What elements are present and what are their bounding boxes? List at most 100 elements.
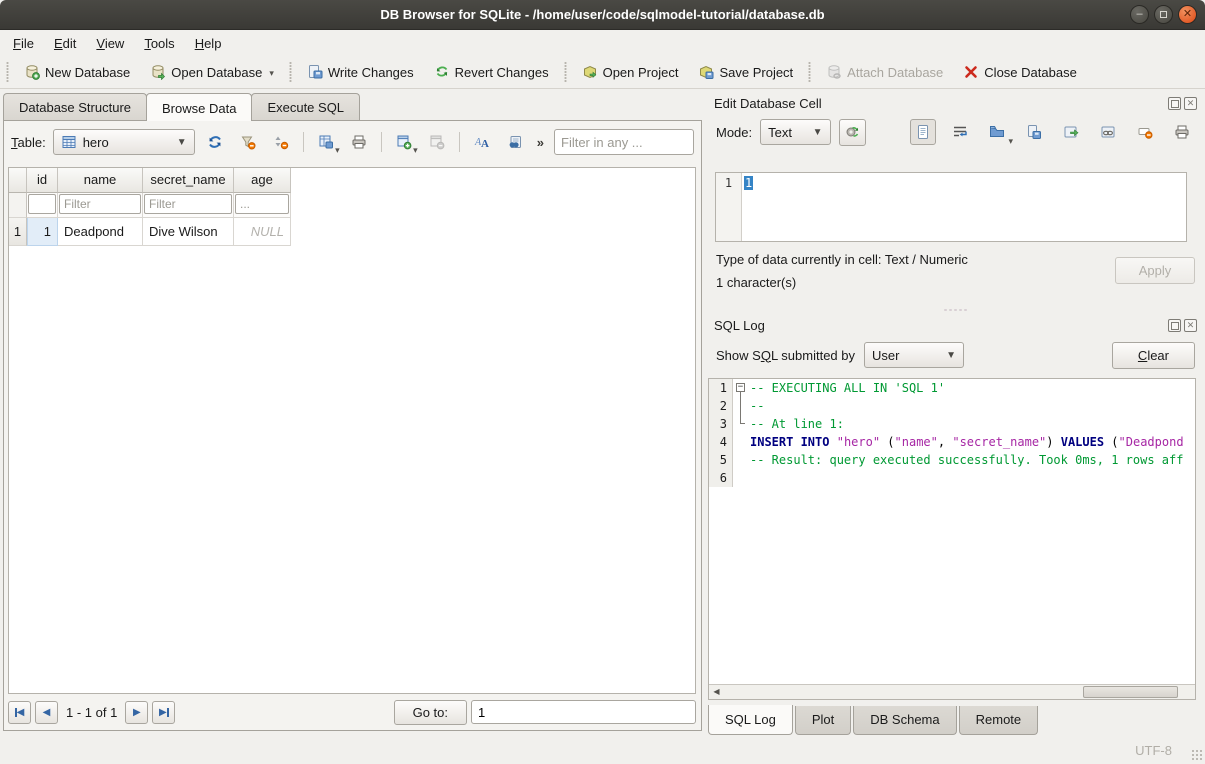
print-cell-button[interactable] [1169,119,1195,145]
cell-name[interactable]: Deadpond [58,218,143,246]
dock-close-icon[interactable]: ✕ [1184,319,1197,332]
dock-float-icon[interactable] [1168,319,1181,332]
cell-age[interactable]: NULL [234,218,291,246]
sql-log-line: 5-- Result: query executed successfully.… [709,451,1195,469]
apply-button: Apply [1115,257,1195,284]
tab-remote[interactable]: Remote [959,706,1039,735]
previous-record-button[interactable]: ◀ [35,701,58,724]
scroll-left-icon[interactable]: ◀ [709,685,724,699]
revert-changes-button[interactable]: Revert Changes [425,60,558,84]
filter-any-column-input[interactable] [554,129,694,155]
tab-execute-sql[interactable]: Execute SQL [251,93,360,120]
save-results-button[interactable]: ▾ [313,129,339,155]
import-cell-button[interactable]: ▾ [984,119,1010,145]
column-header-id[interactable]: id [27,168,58,193]
close-database-button[interactable]: Close Database [954,60,1086,84]
goto-button[interactable]: Go to: [394,700,467,725]
table-format-button[interactable] [502,129,528,155]
open-database-dropdown-icon[interactable]: ▾ [269,68,274,80]
cell-size-label: 1 character(s) [716,275,796,290]
sql-log-dock-titlebar: SQL Log ✕ [706,314,1205,336]
horizontal-scrollbar[interactable]: ◀ ▶ [709,684,1195,699]
menu-tools[interactable]: Tools [135,33,183,54]
tab-database-structure[interactable]: Database Structure [3,93,147,120]
cell-editor[interactable]: 1 1 [715,172,1187,242]
link-button[interactable] [1095,119,1121,145]
close-button[interactable]: ✕ [1178,5,1197,24]
auto-apply-button[interactable] [839,119,866,146]
menu-help[interactable]: Help [186,33,231,54]
filter-input-age[interactable] [235,194,289,214]
minimize-button[interactable]: – [1130,5,1149,24]
fold-marker-icon[interactable] [740,397,741,415]
edit-font-button[interactable]: AA [469,129,495,155]
cell-editor-content[interactable]: 1 [744,176,753,190]
set-null-button[interactable] [1132,119,1158,145]
menu-edit[interactable]: Edit [45,33,85,54]
next-record-button[interactable]: ▶ [125,701,148,724]
fold-marker-icon[interactable]: − [736,383,745,392]
first-record-icon [15,708,17,717]
import-dropdown-icon[interactable]: ▾ [1008,136,1013,148]
column-header-secret-name[interactable]: secret_name [143,168,234,193]
open-project-button[interactable]: Open Project [573,60,688,84]
window-controls: – ✕ [1130,5,1197,24]
column-header-name[interactable]: name [58,168,143,193]
filter-input-name[interactable] [59,194,141,214]
write-changes-button[interactable]: Write Changes [298,60,423,84]
scrollbar-thumb[interactable] [1083,686,1178,698]
tab-db-schema[interactable]: DB Schema [853,706,956,735]
fold-marker-icon[interactable] [740,415,745,424]
toolbar-overflow-chevron[interactable]: » [535,135,546,150]
cell-id[interactable]: 1 [27,218,58,246]
insert-record-button[interactable]: ▾ [391,129,417,155]
filter-input-id[interactable] [28,194,56,214]
filter-input-secret-name[interactable] [144,194,232,214]
print-button[interactable] [346,129,372,155]
grid-corner[interactable] [9,168,27,193]
last-record-button[interactable]: ▶ [152,701,175,724]
tab-plot[interactable]: Plot [795,706,851,735]
cell-secret-name[interactable]: Dive Wilson [143,218,234,246]
menu-view[interactable]: View [87,33,133,54]
dock-splitter[interactable] [706,306,1205,314]
resize-grip[interactable] [1191,749,1203,761]
tab-browse-data[interactable]: Browse Data [146,93,252,121]
word-wrap-button[interactable] [947,119,973,145]
edit-database-cell-dock: Edit Database Cell ✕ Mode: Text ▼ [706,92,1205,304]
sql-log-line: 1−-- EXECUTING ALL IN 'SQL 1' [709,379,1195,397]
revert-changes-icon [434,64,450,80]
sql-source-selector[interactable]: User ▼ [864,342,964,368]
column-header-age[interactable]: age [234,168,291,193]
save-project-label: Save Project [719,65,793,80]
open-database-icon [150,64,166,80]
revert-changes-label: Revert Changes [455,65,549,80]
dock-close-icon[interactable]: ✕ [1184,97,1197,110]
refresh-button[interactable] [202,129,228,155]
apply-data-button[interactable] [1058,119,1084,145]
export-cell-button[interactable] [1021,119,1047,145]
delete-record-button [424,129,450,155]
menu-file[interactable]: File [4,33,43,54]
first-record-button[interactable]: ◀ [8,701,31,724]
dock-float-icon[interactable] [1168,97,1181,110]
insert-record-dropdown-icon[interactable]: ▾ [413,145,418,157]
clear-sorting-button[interactable] [268,129,294,155]
clear-filters-button[interactable] [235,129,261,155]
close-database-icon [963,64,979,80]
row-header[interactable]: 1 [9,218,27,246]
mode-selector[interactable]: Text ▼ [760,119,830,145]
save-project-button[interactable]: Save Project [689,60,802,84]
sql-log-viewer[interactable]: 1−-- EXECUTING ALL IN 'SQL 1'2--3-- At l… [708,378,1196,700]
text-document-button[interactable] [910,119,936,145]
new-database-icon [24,64,40,80]
goto-input[interactable] [471,700,696,724]
open-database-button[interactable]: Open Database ▾ [141,60,283,84]
new-database-button[interactable]: New Database [15,60,139,84]
save-results-dropdown-icon[interactable]: ▾ [335,145,340,157]
tab-sql-log[interactable]: SQL Log [708,705,793,735]
maximize-button[interactable] [1154,5,1173,24]
clear-log-button[interactable]: Clear [1112,342,1195,369]
clear-filter-icon [240,134,256,150]
table-selector[interactable]: hero ▼ [53,129,195,155]
